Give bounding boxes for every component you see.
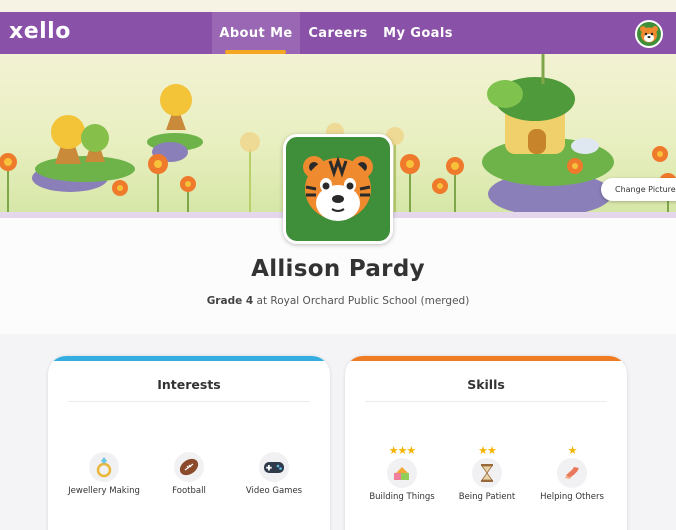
change-pictures-button[interactable]: Change Pictures: [601, 178, 676, 201]
tab-about-me[interactable]: About Me: [212, 12, 300, 54]
student-grade-school: Grade 4 at Royal Orchard Public School (…: [0, 295, 676, 307]
xello-logo[interactable]: xello: [9, 19, 71, 44]
interest-item-jewellery[interactable]: Jewellery Making: [59, 452, 149, 496]
skills-divider: [365, 401, 607, 402]
skill-label: Building Things: [369, 492, 435, 502]
tiger-icon: [640, 26, 658, 43]
interests-accent-bar: [48, 356, 330, 361]
top-strip: [0, 0, 676, 12]
skill-label: Helping Others: [540, 492, 604, 502]
skill-item-building-things[interactable]: ★★★ Building Things: [357, 444, 447, 503]
tiger-icon: [303, 156, 373, 221]
interests-card: Interests Jewellery Making Football Vide…: [48, 356, 330, 530]
interest-label: Jewellery Making: [68, 486, 140, 496]
interest-label: Video Games: [245, 486, 303, 496]
skill-stars: ★: [567, 444, 578, 457]
ring-icon: [89, 452, 119, 482]
grade-label: Grade 4: [206, 295, 254, 307]
interest-item-video-games[interactable]: Video Games: [229, 452, 319, 496]
hourglass-icon: [472, 458, 502, 488]
football-icon: [174, 452, 204, 482]
blocks-icon: [387, 458, 417, 488]
interest-label: Football: [172, 486, 206, 496]
tab-careers[interactable]: Careers: [302, 12, 374, 54]
student-name: Allison Pardy: [251, 256, 425, 282]
tab-my-goals[interactable]: My Goals: [380, 12, 456, 54]
top-nav: xello About Me Careers My Goals: [0, 12, 676, 54]
profile-avatar[interactable]: [283, 134, 393, 244]
skill-label: Being Patient: [458, 492, 516, 502]
skill-stars: ★★: [478, 444, 497, 457]
interests-divider: [68, 401, 310, 402]
skill-stars: ★★★: [388, 444, 417, 457]
gamepad-icon: [259, 452, 289, 482]
skills-accent-bar: [345, 356, 627, 361]
school-label: at Royal Orchard Public School (merged): [253, 295, 470, 307]
helping-hands-icon: [557, 458, 587, 488]
user-avatar[interactable]: [635, 20, 663, 48]
skill-item-being-patient[interactable]: ★★ Being Patient: [442, 444, 532, 503]
skill-item-helping-others[interactable]: ★ Helping Others: [527, 444, 617, 503]
skills-title: Skills: [467, 377, 505, 392]
interest-item-football[interactable]: Football: [144, 452, 234, 496]
skills-card: Skills ★★★ Building Things ★★ Being Pati…: [345, 356, 627, 530]
interests-title: Interests: [157, 377, 221, 392]
